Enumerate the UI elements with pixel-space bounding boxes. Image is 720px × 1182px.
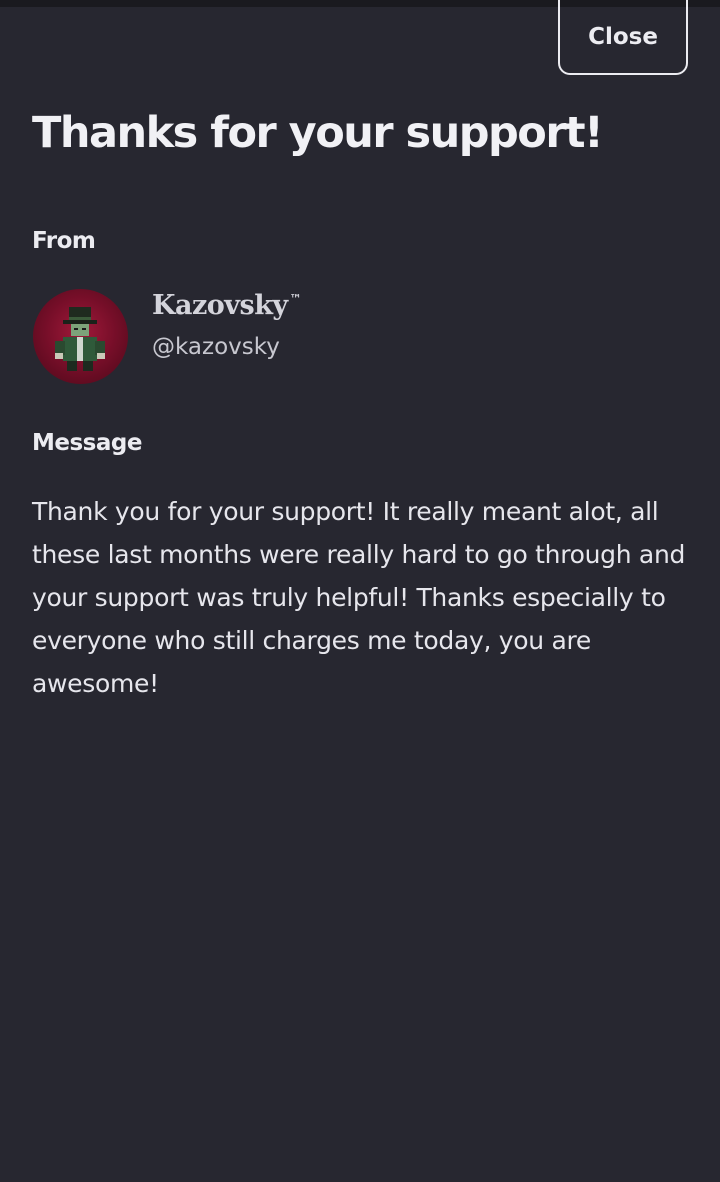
user-handle: @kazovsky bbox=[152, 334, 280, 360]
user-display-name: Kazovsky ™ bbox=[152, 290, 302, 321]
message-body: Thank you for your support! It really me… bbox=[32, 497, 686, 698]
user-name-text: Kazovsky bbox=[152, 290, 288, 321]
avatar bbox=[33, 289, 128, 384]
from-label: From bbox=[32, 228, 96, 254]
close-button[interactable]: Close bbox=[558, 0, 688, 75]
avatar-figure-icon bbox=[55, 307, 105, 371]
page-title: Thanks for your support! bbox=[32, 108, 604, 158]
message-label: Message bbox=[32, 430, 142, 456]
trademark-mark: ™ bbox=[289, 292, 302, 306]
